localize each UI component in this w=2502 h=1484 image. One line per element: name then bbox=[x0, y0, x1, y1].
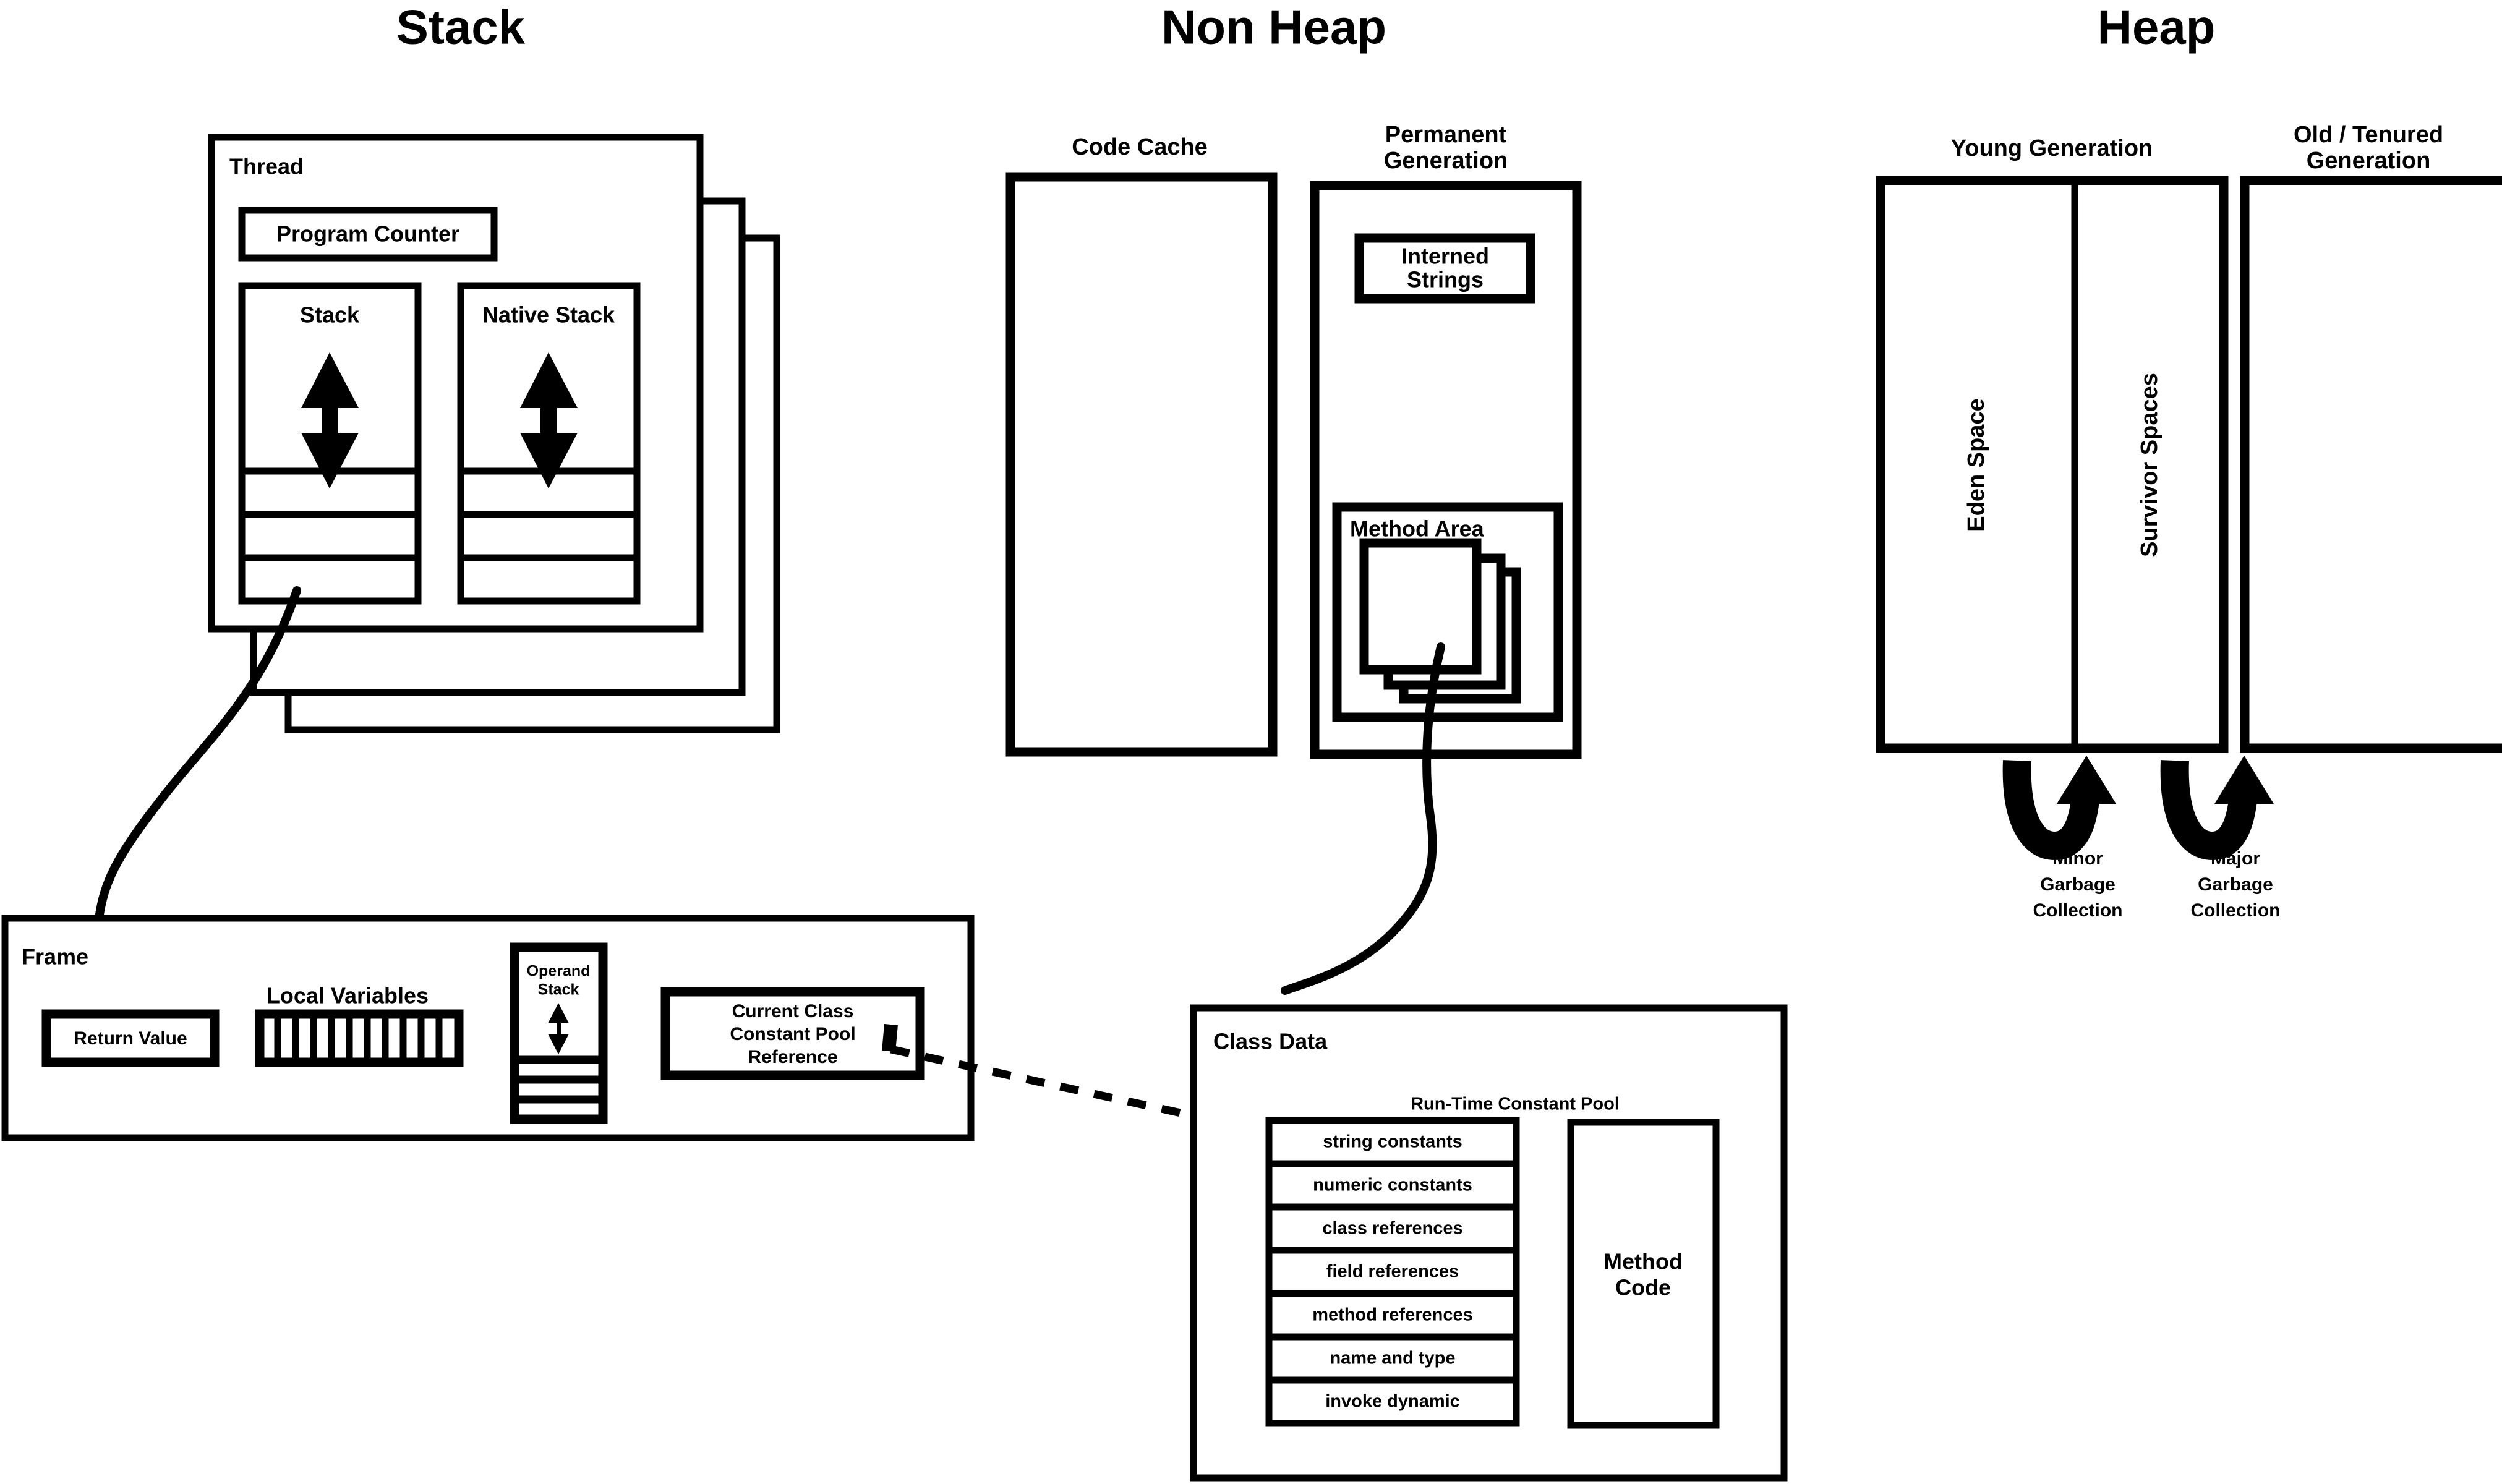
thread-label: Thread bbox=[229, 154, 304, 179]
operand-stack-label-line2: Stack bbox=[538, 981, 579, 999]
minor-gc-line2: Garbage bbox=[2040, 874, 2116, 895]
survivor-spaces-label: Survivor Spaces bbox=[2137, 373, 2163, 557]
local-variables-label: Local Variables bbox=[267, 983, 429, 1009]
permanent-generation-line1: Permanent bbox=[1385, 122, 1507, 148]
class-data-group: Class Data Run-Time Constant Pool string… bbox=[1190, 1004, 1788, 1482]
constant-pool-entry-label: invoke dynamic bbox=[1325, 1392, 1460, 1412]
major-gc-line3: Collection bbox=[2190, 900, 2280, 921]
minor-gc-line3: Collection bbox=[2033, 900, 2122, 921]
constant-pool-ref-line2: Constant Pool bbox=[730, 1024, 855, 1044]
method-code-line1: Method bbox=[1603, 1249, 1683, 1274]
old-tenured-generation-box[interactable] bbox=[2240, 176, 2502, 753]
method-area-class-box-1[interactable] bbox=[1359, 538, 1482, 675]
major-gc-line1: Major bbox=[2211, 848, 2260, 869]
heap-section-title: Heap bbox=[2098, 0, 2216, 54]
frame-label: Frame bbox=[22, 944, 88, 970]
method-code-line2: Code bbox=[1615, 1275, 1671, 1300]
constant-pool-entry-label: string constants bbox=[1323, 1132, 1462, 1152]
old-tenured-line2: Generation bbox=[2307, 148, 2431, 174]
return-value-label: Return Value bbox=[74, 1028, 187, 1049]
old-tenured-line1: Old / Tenured bbox=[2294, 122, 2443, 148]
constant-pool-entry-label: method references bbox=[1312, 1305, 1473, 1325]
constant-pool-ref-line3: Reference bbox=[748, 1047, 837, 1067]
thread-stack-group: Thread Program Counter Stack Native Stac… bbox=[208, 134, 780, 733]
method-area-label: Method Area bbox=[1350, 516, 1485, 542]
local-variables-slots[interactable] bbox=[255, 1009, 464, 1067]
code-cache-label: Code Cache bbox=[1072, 134, 1208, 160]
run-time-constant-pool-label: Run-Time Constant Pool bbox=[1411, 1094, 1620, 1114]
constant-pool-entry-label: numeric constants bbox=[1313, 1175, 1472, 1195]
interned-strings-line1: Interned bbox=[1401, 244, 1489, 269]
young-generation-label: Young Generation bbox=[1951, 135, 2153, 161]
young-generation-box[interactable] bbox=[1876, 176, 2229, 753]
eden-space-label: Eden Space bbox=[1963, 398, 1989, 531]
stack-section-title: Stack bbox=[396, 0, 526, 54]
constant-pool-entry-label: name and type bbox=[1330, 1349, 1455, 1368]
class-data-label: Class Data bbox=[1213, 1029, 1328, 1054]
constant-pool-ref-line1: Current Class bbox=[732, 1001, 854, 1021]
jvm-memory-diagram: Stack Non Heap Heap Thread Program Count… bbox=[0, 0, 2502, 1484]
minor-gc-line1: Minor bbox=[2052, 848, 2103, 869]
code-cache-box[interactable] bbox=[1005, 172, 1278, 757]
constant-pool-entry-label: field references bbox=[1326, 1262, 1459, 1282]
operand-stack-label-line1: Operand bbox=[527, 963, 591, 980]
constant-pool-entry-label: class references bbox=[1322, 1219, 1462, 1239]
permanent-generation-line2: Generation bbox=[1384, 148, 1508, 174]
non-heap-section-title: Non Heap bbox=[1161, 0, 1386, 54]
dashed-arrow-tail-tick bbox=[882, 1023, 898, 1052]
interned-strings-line2: Strings bbox=[1407, 267, 1484, 292]
major-gc-line2: Garbage bbox=[2198, 874, 2273, 895]
program-counter-label: Program Counter bbox=[276, 221, 459, 247]
frame-group: Frame Return Value Local Variables Opera… bbox=[1, 915, 975, 1141]
stack-box-label: Stack bbox=[300, 302, 360, 328]
native-stack-box-label: Native Stack bbox=[482, 302, 615, 328]
local-variables-box bbox=[255, 1009, 464, 1067]
